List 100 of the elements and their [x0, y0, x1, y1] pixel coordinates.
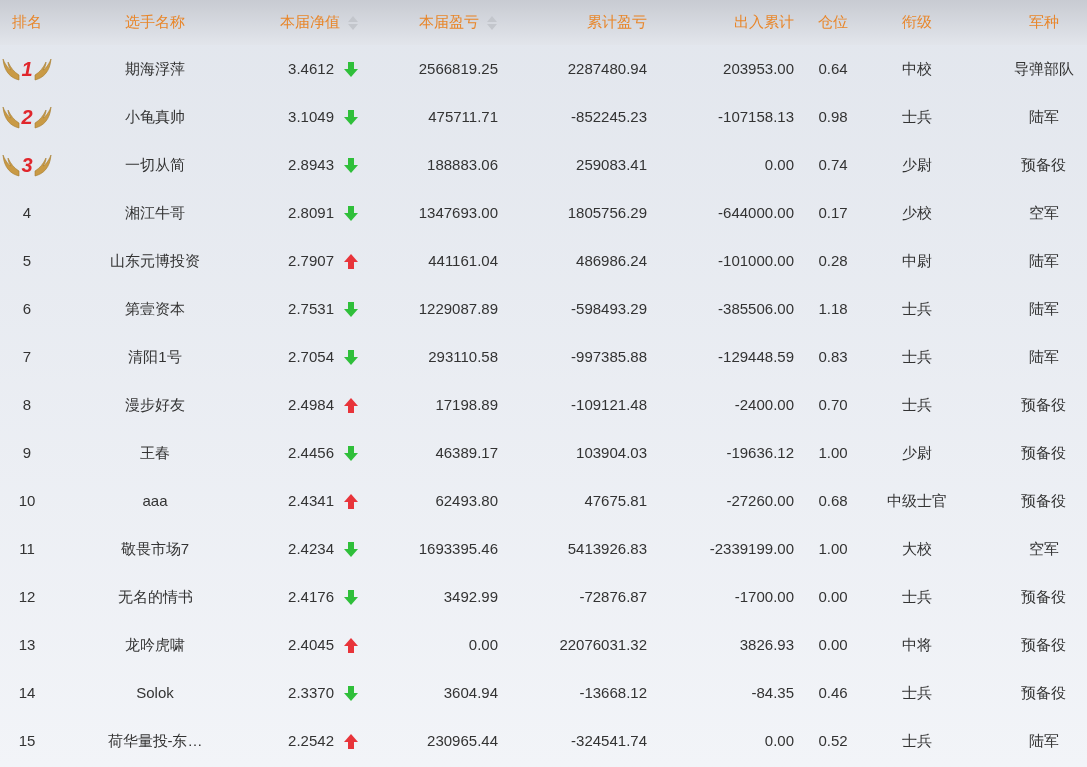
rank-number: 6 [22, 298, 32, 319]
table-cell-text: -107158.13 [718, 106, 794, 127]
table-cell-text: 0.00 [764, 154, 794, 175]
net-value: 2.4341 [288, 490, 334, 511]
table-cell-text: 预备役 [1021, 682, 1066, 703]
table-cell-text: 230965.44 [427, 730, 498, 751]
table-cell-text: 0.64 [818, 58, 848, 79]
sort-icon[interactable] [487, 15, 497, 30]
net-value: 2.7531 [288, 298, 334, 319]
column-header[interactable]: 本届盈亏 [419, 11, 479, 34]
table-cell-text: 陆军 [1028, 250, 1059, 271]
table-cell-text: 士兵 [902, 586, 932, 607]
table-cell-text: 1.18 [818, 298, 848, 319]
table-cell-text: 62493.80 [435, 490, 498, 511]
table-cell-text: 预备役 [1021, 442, 1066, 463]
sort-icon[interactable] [348, 15, 358, 30]
rank-number: 10 [18, 490, 36, 511]
player-name: 山东元博投资 [110, 250, 200, 271]
wing-icon [2, 105, 21, 129]
table-cell-text: -598493.29 [571, 298, 647, 319]
table-cell-text: 预备役 [1021, 586, 1066, 607]
table-cell-text: 1347693.00 [418, 202, 498, 223]
table-cell-text: 少校 [902, 202, 932, 223]
player-name: 小龟真帅 [125, 106, 185, 127]
table-cell-text: 陆军 [1028, 346, 1059, 367]
table-cell-text: 少尉 [902, 442, 932, 463]
table-cell-text: 17198.89 [435, 394, 498, 415]
player-name: 期海浮萍 [125, 58, 185, 79]
rank-number: 15 [18, 730, 36, 751]
table-cell-text: -2400.00 [734, 394, 794, 415]
table-cell-text: -644000.00 [718, 202, 794, 223]
table-cell-text: 0.52 [818, 730, 848, 751]
net-value: 2.4176 [288, 586, 334, 607]
rank-number: 7 [22, 346, 32, 367]
table-cell-text: 2287480.94 [567, 58, 647, 79]
table-cell-text: 空军 [1028, 538, 1059, 559]
player-name: 敬畏市场7 [120, 538, 190, 559]
table-cell-text: 士兵 [902, 394, 932, 415]
table-cell-text: -1700.00 [734, 586, 794, 607]
net-value: 2.3370 [288, 682, 334, 703]
net-value: 2.7054 [288, 346, 334, 367]
rank-number: 4 [22, 202, 32, 223]
table-cell-text: 0.17 [818, 202, 848, 223]
table-cell-text: -852245.23 [571, 106, 647, 127]
table-cell-text: -13668.12 [579, 682, 647, 703]
column-header: 排名 [12, 12, 42, 33]
table-cell-text: 2566819.25 [418, 58, 498, 79]
table-cell-text: 预备役 [1021, 634, 1066, 655]
rank-number: 14 [18, 682, 36, 703]
table-cell-text: 203953.00 [723, 58, 794, 79]
table-cell-text: 475711.71 [428, 106, 498, 127]
table-cell-text: 5413926.83 [567, 538, 647, 559]
table-cell-text: 0.00 [764, 730, 794, 751]
table-cell-text: -324541.74 [571, 730, 647, 751]
net-value: 3.4612 [288, 58, 334, 79]
table-cell-text: 0.00 [818, 634, 848, 655]
table-cell-text: 0.70 [818, 394, 848, 415]
player-name: 无名的情书 [117, 586, 193, 607]
table-cell-text: 空军 [1028, 202, 1059, 223]
rank-number: 2 [20, 105, 34, 130]
column-header: 衔级 [902, 12, 932, 33]
column-header[interactable]: 本届净值 [280, 11, 340, 34]
table-cell-text: -109121.48 [571, 394, 647, 415]
player-name: 第壹资本 [125, 298, 185, 319]
table-cell-text: 少尉 [902, 154, 932, 175]
table-cell-text: 陆军 [1028, 298, 1059, 319]
table-cell-text: 导弹部队 [1013, 58, 1074, 79]
table-cell-text: -19636.12 [726, 442, 794, 463]
net-value: 2.4456 [288, 442, 334, 463]
table-cell-text: 47675.81 [584, 490, 647, 511]
table-cell-text: 士兵 [902, 730, 932, 751]
table-cell-text: 0.46 [818, 682, 848, 703]
rank-number: 8 [22, 394, 32, 415]
rank-number: 11 [19, 538, 35, 559]
net-value: 2.7907 [288, 250, 334, 271]
table-cell-text: 3492.99 [443, 586, 498, 607]
table-cell-text: 预备役 [1021, 394, 1066, 415]
table-cell-text: 1805756.29 [567, 202, 647, 223]
wing-icon [2, 57, 21, 81]
table-cell-text: 士兵 [902, 298, 932, 319]
table-cell-text: 中将 [902, 634, 932, 655]
rank-number: 9 [22, 442, 32, 463]
table-cell-text: 中尉 [902, 250, 932, 271]
table-cell-text: 预备役 [1021, 490, 1066, 511]
table-cell-text: 中级士官 [887, 490, 947, 511]
table-cell-text: -101000.00 [718, 250, 794, 271]
rank-number: 13 [18, 634, 36, 655]
table-cell-text: 陆军 [1028, 730, 1059, 751]
column-header: 累计盈亏 [587, 12, 647, 33]
player-name: 清阳1号 [128, 346, 182, 367]
wing-icon [33, 105, 52, 129]
table-cell-text: 3826.93 [739, 634, 794, 655]
table-cell-text: -84.35 [751, 682, 794, 703]
table-cell-text: 103904.03 [576, 442, 647, 463]
table-cell-text: 1693395.46 [418, 538, 498, 559]
player-name: Solok [136, 682, 174, 703]
table-cell-text: -385506.00 [718, 298, 794, 319]
table-cell-text: 0.98 [818, 106, 848, 127]
table-cell-text: 中校 [902, 58, 932, 79]
net-value: 2.4234 [288, 538, 334, 559]
